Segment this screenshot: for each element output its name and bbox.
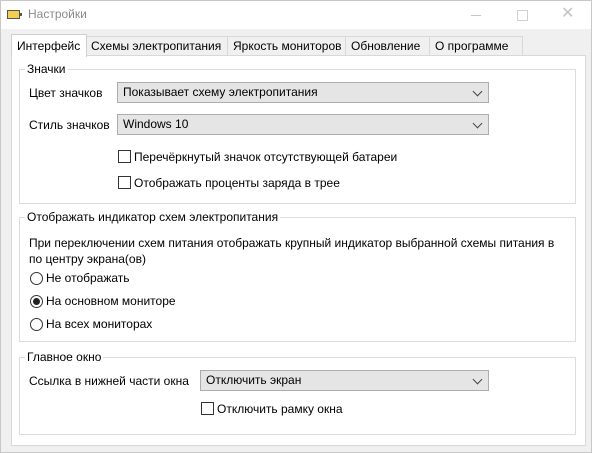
show-percent-checkbox[interactable] [118, 176, 131, 189]
crossed-battery-checkbox[interactable] [118, 150, 131, 163]
window-title: Настройки [28, 7, 87, 21]
title-bar[interactable]: Настройки ✕ [1, 1, 591, 29]
tab-monitor-brightness[interactable]: Яркость мониторов [227, 36, 361, 56]
crossed-battery-label[interactable]: Перечёркнутый значок отсутствующей батар… [134, 150, 397, 164]
radio-main-monitor[interactable] [30, 295, 43, 308]
tab-interface[interactable]: Интерфейс [11, 34, 87, 57]
tab-power-schemes[interactable]: Схемы электропитания [85, 36, 233, 56]
disable-frame-label[interactable]: Отключить рамку окна [217, 402, 343, 416]
tab-about[interactable]: О программе [429, 36, 523, 56]
bottom-link-label: Ссылка в нижней части окна [29, 374, 189, 388]
tab-update[interactable]: Обновление [345, 36, 435, 56]
indicator-group-title: Отображать индикатор схем электропитания [25, 210, 281, 224]
chevron-down-icon [472, 86, 483, 97]
chevron-down-icon [472, 118, 483, 129]
minimize-button[interactable] [453, 1, 499, 29]
tab-strip: Интерфейс Схемы электропитания Яркость м… [11, 34, 586, 57]
indicator-description: При переключении схем питания отображать… [29, 236, 555, 266]
main-window-group-title: Главное окно [25, 350, 104, 364]
radio-do-not-show-label[interactable]: Не отображать [46, 271, 130, 285]
icon-style-select[interactable]: Windows 10 [117, 114, 489, 135]
bottom-link-value: Отключить экран [206, 373, 302, 387]
icon-color-label: Цвет значков [29, 86, 103, 100]
show-percent-label[interactable]: Отображать проценты заряда в трее [134, 176, 340, 190]
close-button[interactable]: ✕ [545, 1, 591, 29]
radio-main-monitor-label[interactable]: На основном мониторе [46, 294, 176, 308]
icons-group-title: Значки [25, 62, 68, 76]
icon-color-value: Показывает схему электропитания [123, 85, 318, 99]
icon-color-select[interactable]: Показывает схему электропитания [117, 82, 489, 103]
minimize-icon [471, 15, 481, 16]
close-icon: ✕ [561, 5, 575, 22]
battery-icon [7, 10, 22, 19]
maximize-icon [517, 10, 528, 21]
radio-all-monitors[interactable] [30, 318, 43, 331]
icon-style-label: Стиль значков [29, 118, 110, 132]
main-window-group [19, 357, 576, 435]
radio-do-not-show[interactable] [30, 272, 43, 285]
chevron-down-icon [472, 374, 483, 385]
maximize-button[interactable] [499, 1, 545, 29]
radio-all-monitors-label[interactable]: На всех мониторах [46, 317, 152, 331]
disable-frame-checkbox[interactable] [201, 402, 214, 415]
interface-tab-panel: Значки Цвет значков Показывает схему эле… [11, 55, 586, 446]
settings-window: Настройки ✕ Интерфейс Схемы электропитан… [0, 0, 592, 453]
icon-style-value: Windows 10 [123, 117, 189, 131]
bottom-link-select[interactable]: Отключить экран [200, 370, 489, 391]
